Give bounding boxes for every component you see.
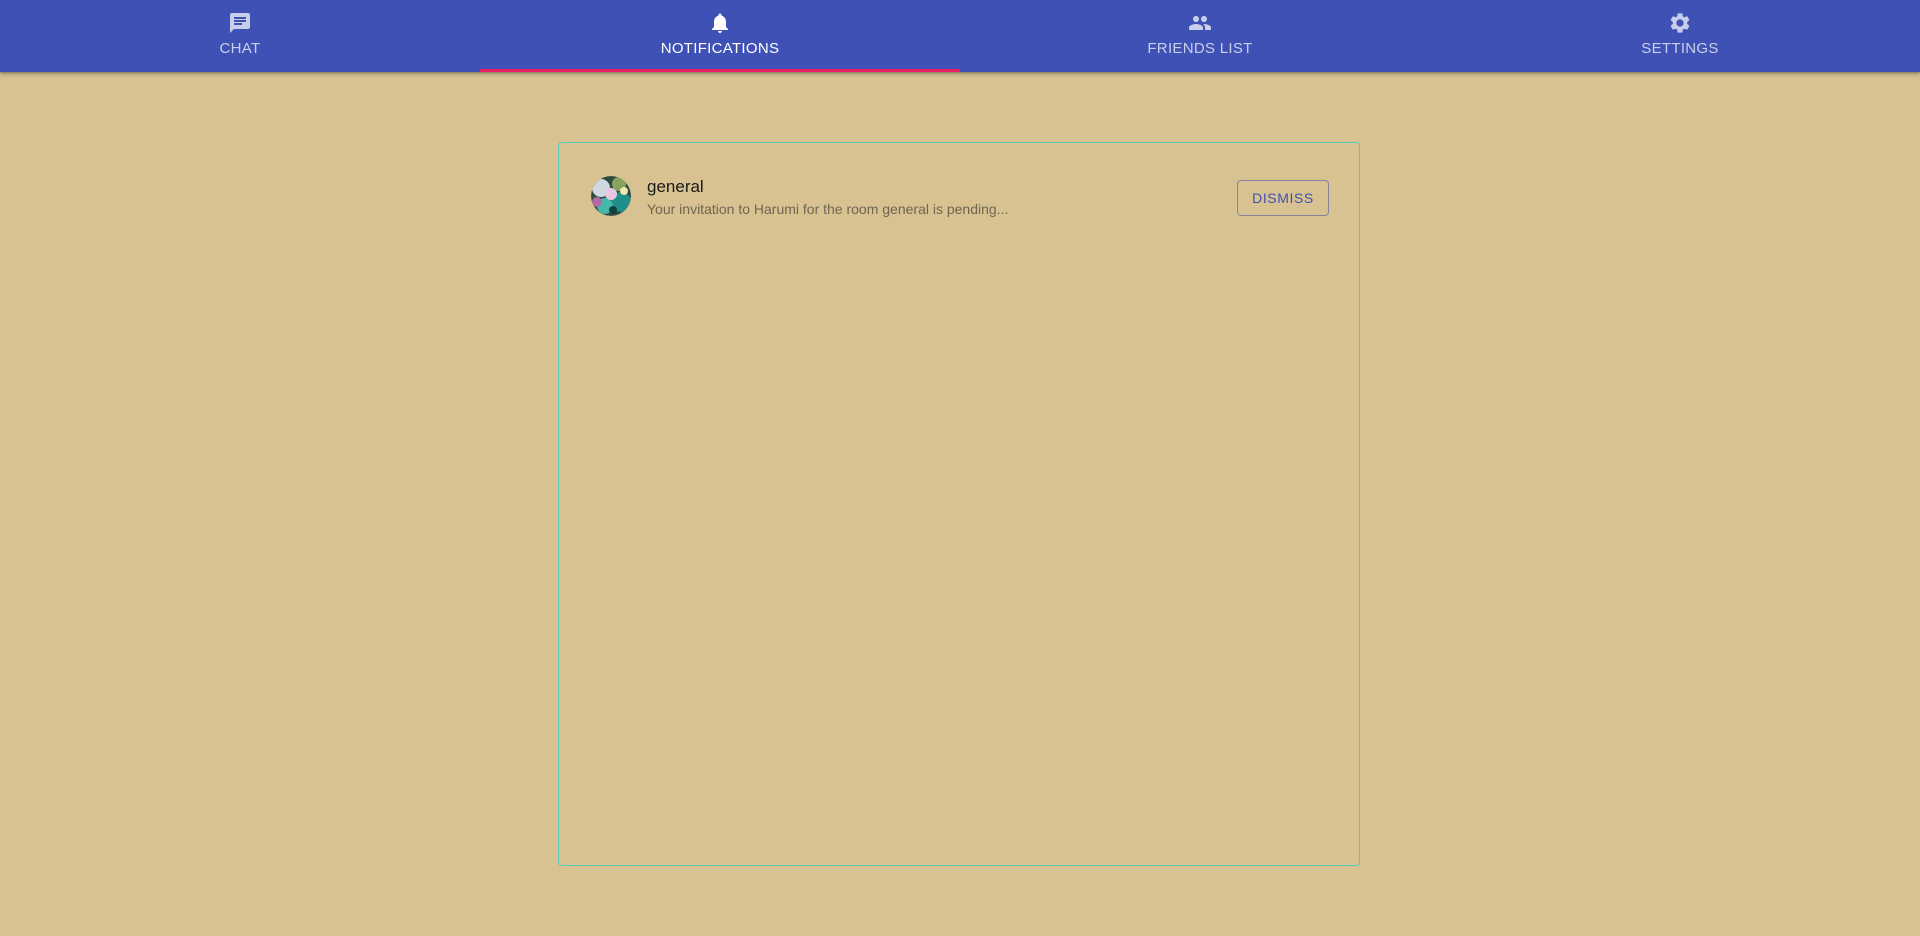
- notifications-panel: general Your invitation to Harumi for th…: [558, 142, 1360, 866]
- top-navigation-bar: Chat Notifications Friends List Settings: [0, 0, 1920, 72]
- notification-item: general Your invitation to Harumi for th…: [591, 173, 1329, 227]
- people-icon: [1188, 11, 1212, 35]
- tab-notifications-label: Notifications: [660, 40, 780, 57]
- tab-friends-list[interactable]: Friends List: [960, 0, 1440, 72]
- active-tab-indicator: [480, 69, 960, 72]
- dismiss-button[interactable]: Dismiss: [1237, 180, 1329, 216]
- gear-icon: [1668, 11, 1692, 35]
- notification-title: general: [647, 177, 704, 196]
- tab-settings-label: Settings: [1641, 40, 1719, 57]
- avatar: [591, 176, 631, 216]
- tab-settings[interactable]: Settings: [1440, 0, 1920, 72]
- bell-icon: [708, 11, 732, 35]
- tab-friends-list-label: Friends List: [1147, 40, 1253, 57]
- tab-notifications[interactable]: Notifications: [480, 0, 960, 72]
- chat-icon: [228, 11, 252, 35]
- notification-message: Your invitation to Harumi for the room g…: [647, 201, 1009, 217]
- tab-chat-label: Chat: [219, 40, 261, 57]
- tab-chat[interactable]: Chat: [0, 0, 480, 72]
